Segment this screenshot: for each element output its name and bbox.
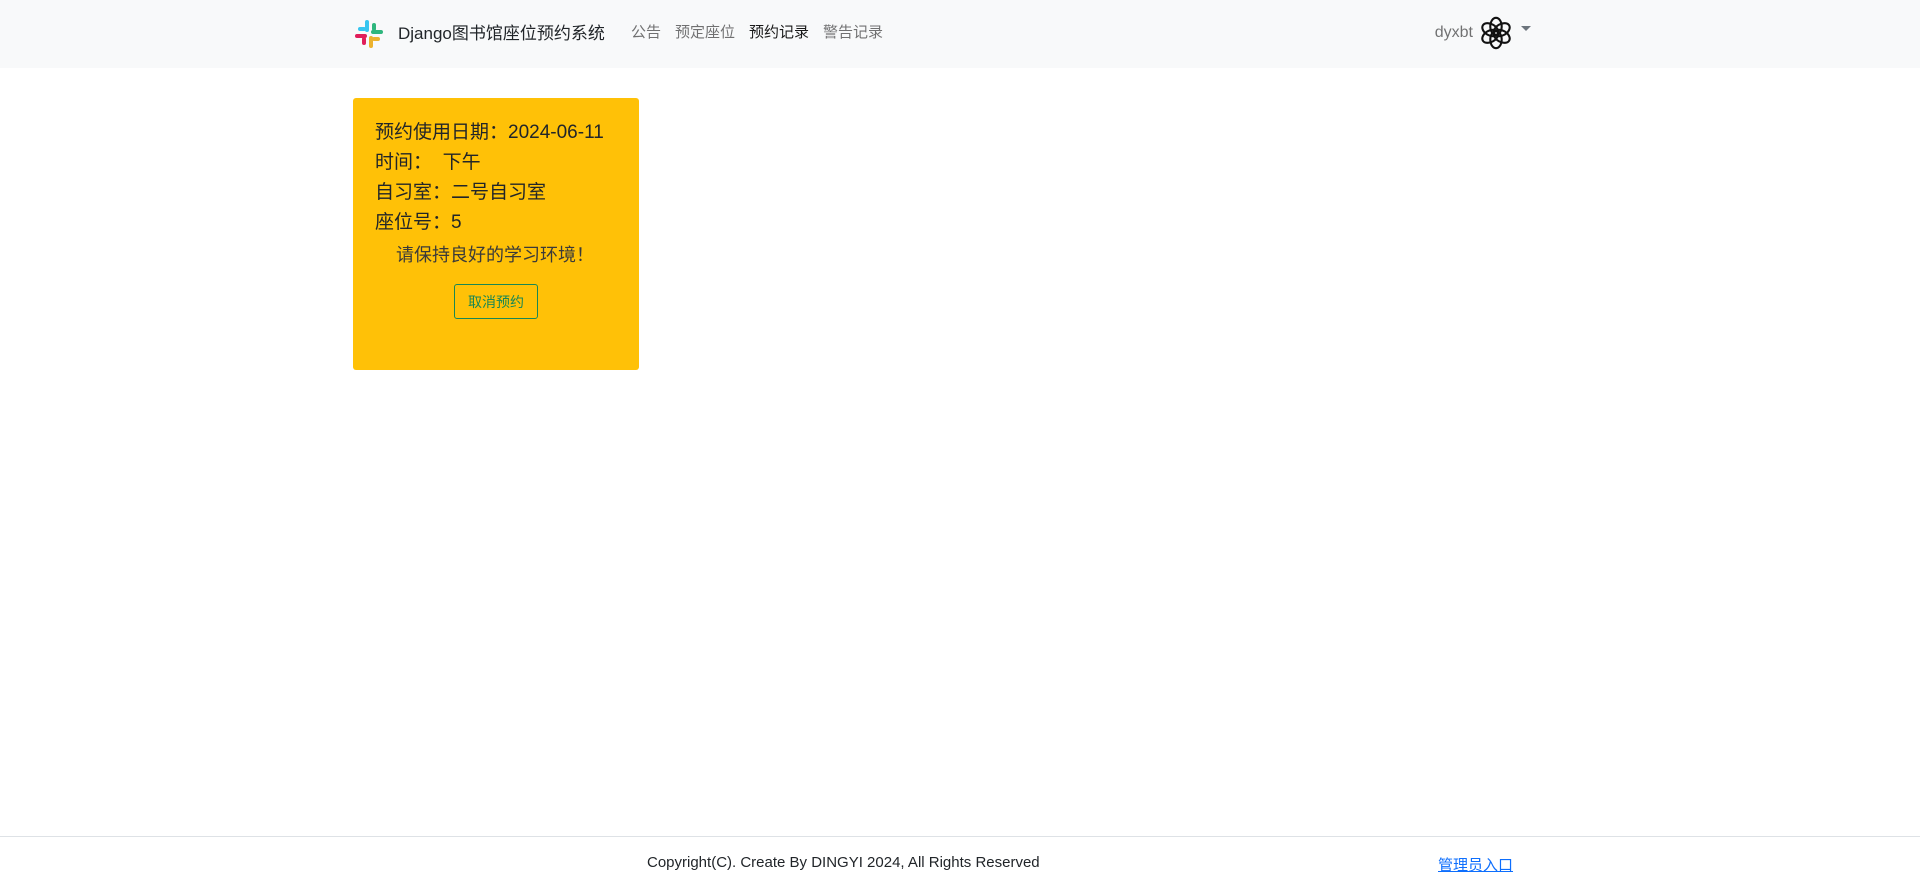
admin-entry-link[interactable]: 管理员入口 (1438, 854, 1513, 875)
reservation-room-row: 自习室：二号自习室 (375, 178, 639, 208)
reservation-time-label: 时间： (375, 152, 433, 173)
reservation-seat-value: 5 (451, 212, 462, 233)
nav-menu: 公告 预定座位 预约记录 警告记录 (631, 22, 883, 44)
reservation-seat-label: 座位号： (375, 212, 452, 233)
nav-link-reservations[interactable]: 预约记录 (749, 22, 809, 44)
brand-link[interactable]: Django图书馆座位预约系统 (353, 18, 605, 50)
caret-down-icon (1521, 25, 1531, 31)
reservation-note: 请保持良好的学习环境！ (396, 245, 594, 265)
reservation-room-label: 自习室： (375, 182, 452, 203)
reservation-date-row: 预约使用日期：2024-06-11 (375, 118, 639, 148)
username: dyxbt (1434, 24, 1473, 41)
user-dropdown-toggle[interactable]: dyxbt (1435, 14, 1531, 52)
reservation-time-value: 下午 (442, 152, 481, 173)
slack-logo-icon (355, 20, 383, 48)
top-navbar: Django图书馆座位预约系统 公告 预定座位 预约记录 警告记录 dyxbt (0, 0, 1920, 68)
nav-link-warnings[interactable]: 警告记录 (823, 22, 883, 44)
nav-link-book-seat[interactable]: 预定座位 (675, 22, 735, 44)
reservation-date-value: 2024-06-11 (508, 122, 604, 143)
reservation-room-value: 二号自习室 (451, 182, 547, 203)
brand-title: Django图书馆座位预约系统 (398, 24, 605, 43)
reservation-card: 预约使用日期：2024-06-11 时间： 下午 自习室：二号自习室 座位号：5… (353, 98, 639, 370)
navbar-container: Django图书馆座位预约系统 公告 预定座位 预约记录 警告记录 dyxbt (353, 0, 1531, 68)
reservation-seat-row: 座位号：5 (375, 208, 639, 238)
nav-link-announcements[interactable]: 公告 (631, 22, 661, 44)
reservation-time-row: 时间： 下午 (375, 148, 639, 178)
page-footer: Copyright(C). Create By DINGYI 2024, All… (0, 836, 1920, 889)
reservation-date-label: 预约使用日期： (375, 122, 509, 143)
cancel-reservation-button[interactable]: 取消预约 (454, 284, 538, 319)
openai-logo-avatar-icon (1481, 16, 1511, 50)
copyright-text: Copyright(C). Create By DINGYI 2024, All… (647, 854, 1040, 871)
